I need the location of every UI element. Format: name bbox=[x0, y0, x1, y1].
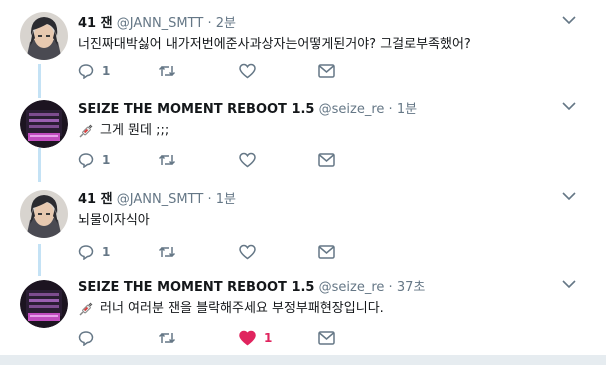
tweet-actions: 1 bbox=[78, 243, 378, 263]
timestamp[interactable]: 1분 bbox=[216, 192, 236, 207]
avatar[interactable] bbox=[20, 12, 68, 60]
separator: · bbox=[388, 102, 393, 117]
display-name[interactable]: 41 잰 bbox=[78, 192, 113, 207]
tweet-header: SEIZE THE MOMENT REBOOT 1.5 @seize_re · … bbox=[78, 276, 425, 295]
chevron-down-icon[interactable] bbox=[562, 15, 576, 25]
tweet-header: 41 잰 @JANN_SMTT · 1분 bbox=[78, 188, 236, 207]
syringe-emoji-icon bbox=[79, 302, 93, 316]
envelope-icon bbox=[318, 153, 335, 167]
tweet[interactable]: SEIZE THE MOMENT REBOOT 1.5 @seize_re · … bbox=[0, 276, 606, 356]
retweet-icon bbox=[158, 332, 176, 344]
reply-icon bbox=[78, 245, 94, 260]
reply-button[interactable]: 1 bbox=[78, 151, 110, 169]
retweet-button[interactable] bbox=[158, 243, 176, 261]
like-button[interactable]: 1 bbox=[239, 329, 272, 347]
tweet-actions: 1 bbox=[78, 329, 378, 349]
avatar[interactable] bbox=[20, 100, 68, 148]
envelope-icon bbox=[318, 331, 335, 345]
envelope-icon bbox=[318, 64, 335, 78]
reply-button[interactable]: 1 bbox=[78, 62, 110, 80]
handle[interactable]: @JANN_SMTT bbox=[117, 192, 204, 207]
retweet-icon bbox=[158, 65, 176, 77]
dm-button[interactable] bbox=[318, 151, 335, 169]
tweet-text: 너진짜대박싫어 내가저번에준사과상자는어떻게된거야? 그걸로부족했어? bbox=[78, 37, 471, 52]
handle[interactable]: @JANN_SMTT bbox=[117, 16, 204, 31]
avatar[interactable] bbox=[20, 280, 68, 328]
retweet-button[interactable] bbox=[158, 151, 176, 169]
chevron-down-icon[interactable] bbox=[562, 279, 576, 289]
reply-button[interactable] bbox=[78, 329, 102, 347]
chevron-down-icon[interactable] bbox=[562, 191, 576, 201]
syringe-emoji-icon bbox=[79, 124, 93, 138]
heart-icon bbox=[239, 330, 256, 346]
reply-count: 1 bbox=[102, 245, 111, 259]
display-name[interactable]: SEIZE THE MOMENT REBOOT 1.5 bbox=[78, 280, 314, 295]
tweet-header: SEIZE THE MOMENT REBOOT 1.5 @seize_re · … bbox=[78, 98, 417, 117]
dm-button[interactable] bbox=[318, 243, 335, 261]
separator: · bbox=[388, 280, 393, 295]
heart-icon bbox=[239, 63, 256, 79]
tweet[interactable]: SEIZE THE MOMENT REBOOT 1.5 @seize_re · … bbox=[0, 98, 606, 180]
timestamp[interactable]: 1분 bbox=[397, 102, 417, 117]
reply-button[interactable]: 1 bbox=[78, 243, 110, 261]
like-button[interactable] bbox=[239, 62, 256, 80]
like-button[interactable] bbox=[239, 243, 256, 261]
timestamp[interactable]: 37초 bbox=[397, 280, 426, 295]
timestamp[interactable]: 2분 bbox=[216, 16, 236, 31]
reply-count: 1 bbox=[102, 153, 111, 167]
tweet-actions: 1 bbox=[78, 151, 378, 171]
handle[interactable]: @seize_re bbox=[319, 280, 385, 295]
tweet-header: 41 잰 @JANN_SMTT · 2분 bbox=[78, 12, 236, 31]
tweet-actions: 1 bbox=[78, 62, 378, 82]
envelope-icon bbox=[318, 245, 335, 259]
dm-button[interactable] bbox=[318, 62, 335, 80]
display-name[interactable]: SEIZE THE MOMENT REBOOT 1.5 bbox=[78, 102, 314, 117]
tweet-text: 그게 뭔데 ;;; bbox=[78, 119, 169, 139]
tweet-text: 러너 여러분 잰을 블락해주세요 부정부패현장입니다. bbox=[78, 297, 384, 317]
timeline-bottom-divider bbox=[0, 355, 606, 365]
reply-icon bbox=[78, 153, 94, 168]
chevron-down-icon[interactable] bbox=[562, 101, 576, 111]
separator: · bbox=[207, 16, 212, 31]
reply-icon bbox=[78, 64, 94, 79]
handle[interactable]: @seize_re bbox=[319, 102, 385, 117]
heart-icon bbox=[239, 152, 256, 168]
like-count: 1 bbox=[264, 331, 273, 345]
tweet[interactable]: 41 잰 @JANN_SMTT · 1분 뇌물이자식아 1 bbox=[0, 188, 606, 272]
tweet-text: 뇌물이자식아 bbox=[78, 213, 150, 228]
like-button[interactable] bbox=[239, 151, 256, 169]
retweet-button[interactable] bbox=[158, 329, 176, 347]
retweet-icon bbox=[158, 246, 176, 258]
dm-button[interactable] bbox=[318, 329, 335, 347]
reply-count: 1 bbox=[102, 64, 111, 78]
heart-icon bbox=[239, 244, 256, 260]
tweet[interactable]: 41 잰 @JANN_SMTT · 2분 너진짜대박싫어 내가저번에준사과상자는… bbox=[0, 12, 606, 92]
avatar[interactable] bbox=[20, 190, 68, 238]
separator: · bbox=[207, 192, 212, 207]
reply-icon bbox=[78, 331, 94, 346]
retweet-button[interactable] bbox=[158, 62, 176, 80]
retweet-icon bbox=[158, 154, 176, 166]
display-name[interactable]: 41 잰 bbox=[78, 16, 113, 31]
